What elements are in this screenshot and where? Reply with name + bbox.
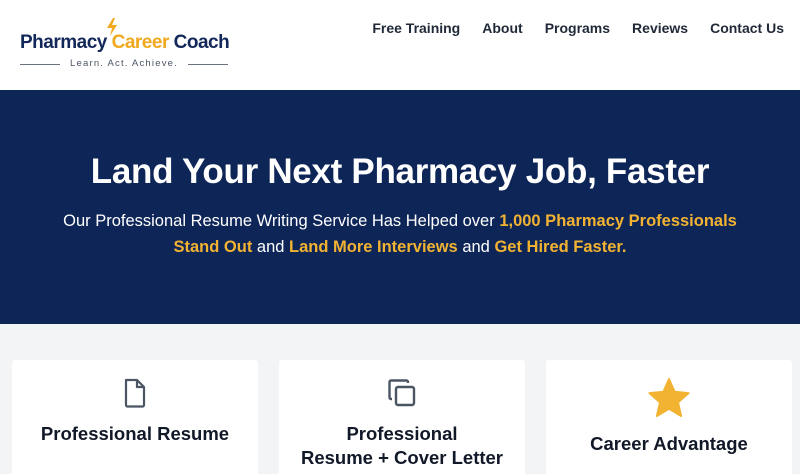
logo-word-coach: Coach <box>173 32 230 53</box>
hero-title: Land Your Next Pharmacy Job, Faster <box>90 152 710 191</box>
card-title: Professional Resume <box>12 422 258 446</box>
logo-word-career: Career <box>111 32 170 53</box>
hero-subtitle-part1: Our Professional Resume Writing Service … <box>63 212 500 230</box>
card-title: Professional Resume + Cover Letter <box>279 422 525 470</box>
hero-highlight-hired: Get Hired Faster. <box>494 238 627 256</box>
nav-reviews[interactable]: Reviews <box>621 20 699 36</box>
logo-tagline: Learn. Act. Achieve. <box>70 58 178 69</box>
nav-free-training[interactable]: Free Training <box>361 20 471 36</box>
site-header: Pharmacy Career Coach Learn. Act. Achiev… <box>0 0 800 90</box>
card-title-line1: Professional <box>346 423 458 444</box>
main-nav: Free Training About Programs Reviews Con… <box>361 20 784 36</box>
nav-about[interactable]: About <box>471 20 533 36</box>
service-card-resume-cover-letter[interactable]: Professional Resume + Cover Letter <box>279 360 525 474</box>
card-title-line1: Professional Resume <box>40 423 230 444</box>
hero-subtitle-part3: and <box>457 238 495 256</box>
logo-word-pharmacy: Pharmacy <box>20 32 107 53</box>
hero-subtitle-part2: and <box>252 238 290 256</box>
service-card-professional-resume[interactable]: Professional Resume <box>12 360 258 474</box>
nav-contact-us[interactable]: Contact Us <box>699 20 784 36</box>
hero-banner: Land Your Next Pharmacy Job, Faster Our … <box>0 90 800 324</box>
service-card-career-advantage[interactable]: Career Advantage <box>546 360 792 474</box>
star-icon <box>648 378 690 417</box>
site-logo[interactable]: Pharmacy Career Coach Learn. Act. Achiev… <box>20 18 230 74</box>
card-title-line2: Resume + Cover Letter <box>300 447 504 468</box>
logo-wordmark: Pharmacy Career Coach <box>20 32 230 54</box>
nav-programs[interactable]: Programs <box>534 20 621 36</box>
hero-highlight-interviews: Land More Interviews <box>289 238 458 256</box>
card-title-line1: Career Advantage <box>590 433 748 454</box>
logo-rule-left <box>20 64 60 65</box>
document-icon <box>124 378 146 408</box>
hero-subtitle: Our Professional Resume Writing Service … <box>40 208 760 260</box>
copy-documents-icon <box>388 379 416 407</box>
logo-tagline-row: Learn. Act. Achieve. <box>20 58 228 70</box>
services-section: Professional Resume Professional Resume … <box>0 324 800 474</box>
logo-rule-right <box>188 64 228 65</box>
card-title: Career Advantage <box>546 432 792 456</box>
